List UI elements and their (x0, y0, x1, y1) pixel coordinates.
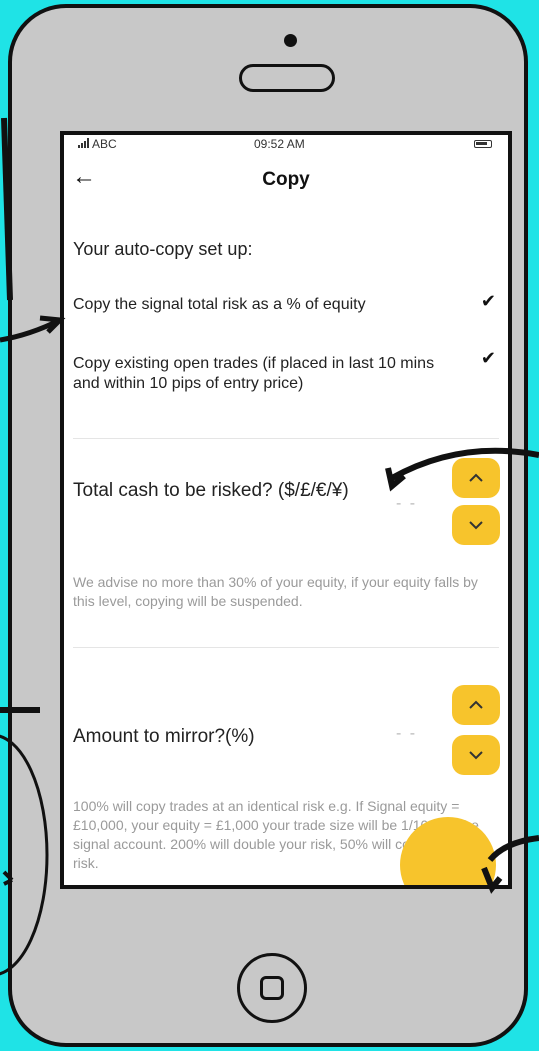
annotation-mark (2, 870, 14, 886)
annotation-arrow-right (390, 447, 539, 481)
annotation-circle (0, 734, 49, 976)
annotation-overlay (0, 117, 539, 976)
annotation-arrow-bottom (487, 835, 539, 863)
annotation-line (1, 117, 13, 301)
annotation-arrowhead (481, 866, 503, 894)
